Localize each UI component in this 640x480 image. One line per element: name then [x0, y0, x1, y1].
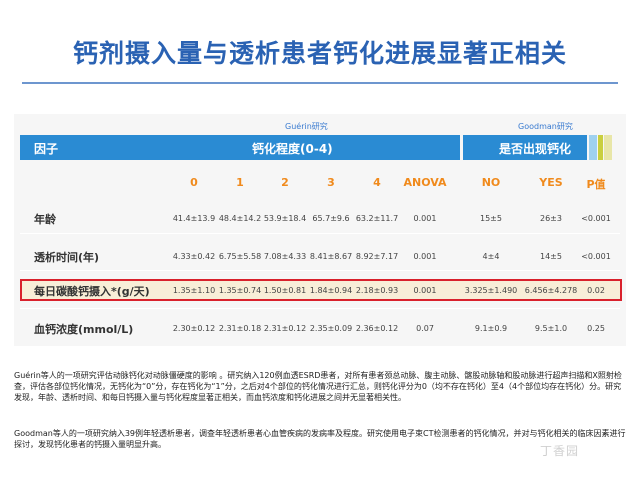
row-label: 透析时间(年) [34, 251, 100, 264]
table-cell: 0.25 [587, 324, 605, 333]
header-stripe [589, 135, 597, 160]
table-cell: 65.7±9.6 [312, 214, 350, 223]
column-header: YES [539, 176, 563, 189]
table-cell: 53.9±18.4 [263, 214, 307, 223]
paragraph-guerin: Guérin等人的一项研究评估动脉钙化对动脉僵硬度的影响 。研究纳入120例血透… [14, 371, 622, 402]
column-header: 1 [236, 176, 244, 189]
table-cell: 2.31±0.18 [218, 324, 262, 333]
table-cell: 14±5 [540, 252, 562, 261]
table-cell: 2.31±0.12 [263, 324, 307, 333]
table-cell: 7.08±4.33 [263, 252, 307, 261]
table-cell: <0.001 [581, 214, 611, 223]
highlight-box [20, 279, 622, 301]
table-cell: 63.2±11.7 [355, 214, 399, 223]
title-underline [22, 82, 618, 84]
row-divider [20, 270, 620, 271]
table-cell: 4.33±0.42 [172, 252, 216, 261]
table-cell: 15±5 [480, 214, 502, 223]
table-cell: 8.41±8.67 [309, 252, 353, 261]
column-header: P值 [586, 178, 606, 191]
row-divider [20, 308, 620, 309]
table-cell: 41.4±13.9 [172, 214, 216, 223]
table-cell: 9.5±1.0 [534, 324, 568, 333]
table-cell: 2.35±0.09 [309, 324, 353, 333]
table-cell: 9.1±0.9 [474, 324, 508, 333]
watermark-logo: 丁香园 [540, 444, 580, 458]
table-cell: 48.4±14.2 [218, 214, 262, 223]
header-calcification-present: 是否出现钙化 [499, 142, 572, 156]
header-stripe [604, 135, 612, 160]
header-band-goodman: 是否出现钙化 [463, 135, 587, 160]
table-cell: 8.92±7.17 [355, 252, 399, 261]
group-label-goodman: Goodman研究 [518, 122, 573, 131]
table-cell: 2.30±0.12 [172, 324, 216, 333]
table-cell: 26±3 [540, 214, 562, 223]
table-cell: 2.36±0.12 [355, 324, 399, 333]
table-cell: 0.07 [416, 324, 434, 333]
table-cell: 0.001 [413, 252, 437, 261]
page-title: 钙剂摄入量与透析患者钙化进展显著正相关 [72, 39, 567, 68]
row-divider [20, 233, 620, 234]
table-cell: 4±4 [482, 252, 500, 261]
table-cell: 6.75±5.58 [218, 252, 262, 261]
table-cell: <0.001 [581, 252, 611, 261]
row-label: 血钙浓度(mmol/L) [34, 323, 134, 336]
header-calcification-degree: 钙化程度(0-4) [252, 142, 333, 156]
paragraph-goodman: Goodman等人的一项研究纳入39例年轻透析患者，调查年轻透析患者心血管疾病的… [14, 429, 626, 449]
header-factor: 因子 [34, 142, 59, 156]
header-stripe [598, 135, 603, 160]
column-header: 4 [373, 176, 381, 189]
table-cell: 0.001 [413, 214, 437, 223]
column-header: 3 [327, 176, 335, 189]
column-header: 0 [190, 176, 198, 189]
group-label-guerin: Guérin研究 [285, 122, 328, 131]
header-band-guerin: 因子 钙化程度(0-4) [20, 135, 460, 160]
row-label: 年龄 [34, 213, 56, 226]
column-header: NO [481, 176, 501, 189]
column-header: 2 [281, 176, 289, 189]
column-header: ANOVA [403, 176, 447, 189]
